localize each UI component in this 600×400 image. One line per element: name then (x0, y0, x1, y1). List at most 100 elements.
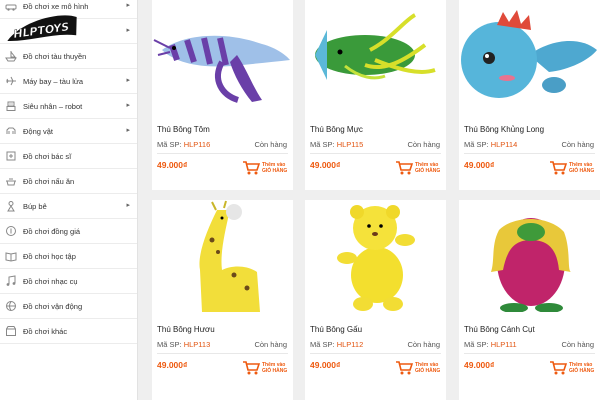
sidebar-item-label: Đồ chơi bác sĩ (23, 151, 72, 161)
sidebar-item-label: Đồ chơi vận động (23, 301, 83, 311)
product-card[interactable]: Thú Bông Khủng Long Mã SP: HLP114 Còn hà… (459, 0, 600, 190)
divider (310, 153, 441, 154)
sidebar-item-same-price[interactable]: Đồ chơi đồng giá (0, 219, 137, 244)
sidebar-item-label: Đồ chơi tàu thuyền (23, 51, 87, 61)
product-sku: Mã SP: HLP116 (157, 140, 210, 149)
sidebar-item-label: Búp bê (23, 201, 47, 211)
sku-code: HLP111 (490, 340, 517, 349)
cart-icon (243, 361, 260, 375)
product-image-penguin-plush[interactable] (459, 200, 600, 313)
sidebar-item-music[interactable]: Đồ chơi nhạc cụ (0, 269, 137, 294)
product-image-shrimp-plush[interactable] (152, 0, 293, 112)
sidebar-item-sports[interactable]: Đồ chơi vận động (0, 294, 137, 319)
product-card[interactable]: Thú Bông Cánh Cụt Mã SP: HLP111 Còn hàng… (459, 200, 600, 400)
sidebar-item-label: Đồ chơi học tập (23, 251, 76, 261)
product-image-squid-plush[interactable] (305, 0, 446, 112)
stock-status: Còn hàng (407, 140, 440, 149)
brand-logo[interactable]: HLPTOYS (3, 12, 81, 46)
sidebar-item-label: Đồ chơi xe mô hình (23, 1, 89, 11)
product-name[interactable]: Thú Bông Cánh Cụt (464, 325, 535, 334)
product-image-dinosaur-plush[interactable] (459, 0, 600, 112)
product-name[interactable]: Thú Bông Gấu (310, 325, 362, 334)
add-to-cart-line2: GIỎ HÀNG (569, 168, 595, 174)
product-price: 49.000₫ (310, 360, 341, 370)
doctor-icon (5, 150, 17, 162)
sidebar-item-dolls[interactable]: Búp bê ▸ (0, 194, 137, 219)
sidebar-item-planes-trains[interactable]: Máy bay – tàu lửa ▸ (0, 69, 137, 94)
music-icon (5, 275, 17, 287)
sku-label: Mã SP: (310, 140, 335, 149)
sidebar-item-boats[interactable]: Đồ chơi tàu thuyền (0, 44, 137, 69)
product-sku: Mã SP: HLP113 (157, 340, 210, 349)
product-sku: Mã SP: HLP111 (464, 340, 517, 349)
chevron-right-icon: ▸ (126, 102, 130, 109)
car-icon (5, 0, 17, 12)
add-to-cart-line2: GIỎ HÀNG (415, 168, 441, 174)
product-name[interactable]: Thú Bông Tôm (157, 125, 210, 134)
sidebar-item-animals[interactable]: Động vật ▸ (0, 119, 137, 144)
sku-code: HLP112 (336, 340, 364, 349)
sku-code: HLP113 (183, 340, 211, 349)
add-to-cart-line2: GIỎ HÀNG (415, 368, 441, 374)
sku-label: Mã SP: (157, 140, 182, 149)
add-to-cart-line2: GIỎ HÀNG (262, 368, 288, 374)
product-card[interactable]: Thú Bông Hươu Mã SP: HLP113 Còn hàng 49.… (152, 200, 293, 400)
add-to-cart-button[interactable]: Thêm vào GIỎ HÀNG (242, 159, 288, 177)
add-to-cart-button[interactable]: Thêm vào GIỎ HÀNG (395, 159, 441, 177)
sidebar-item-label: Động vật (23, 126, 54, 136)
plane-icon (5, 75, 17, 87)
sidebar-item-robots[interactable]: Siêu nhân – robot ▸ (0, 94, 137, 119)
product-card[interactable]: Thú Bông Tôm Mã SP: HLP116 Còn hàng 49.0… (152, 0, 293, 190)
add-to-cart-line2: GIỎ HÀNG (569, 368, 595, 374)
product-sku: Mã SP: HLP114 (464, 140, 517, 149)
price-tag-icon (5, 225, 17, 237)
add-to-cart-button[interactable]: Thêm vào GIỎ HÀNG (242, 359, 288, 377)
doll-icon (5, 200, 17, 212)
ball-icon (5, 300, 17, 312)
chevron-right-icon: ▸ (126, 77, 130, 84)
category-sidebar: Đồ chơi xe mô hình ▸ ▸ Đồ chơi tàu thuyề… (0, 0, 138, 400)
product-name[interactable]: Thú Bông Hươu (157, 325, 215, 334)
toy-box-icon (5, 325, 17, 337)
divider (464, 353, 595, 354)
sku-code: HLP115 (336, 140, 364, 149)
divider (157, 353, 288, 354)
cooking-icon (5, 175, 17, 187)
sidebar-item-label: Máy bay – tàu lửa (23, 76, 84, 86)
boat-icon (5, 50, 17, 62)
product-name[interactable]: Thú Bông Mực (310, 125, 363, 134)
product-name[interactable]: Thú Bông Khủng Long (464, 125, 544, 134)
product-image-bear-plush[interactable] (305, 200, 446, 312)
product-price: 49.000₫ (157, 360, 188, 370)
sidebar-item-label: Đồ chơi nhạc cụ (23, 276, 78, 286)
logo-text: HLPTOYS (13, 20, 71, 41)
sku-code: HLP116 (183, 140, 211, 149)
sku-label: Mã SP: (310, 340, 335, 349)
product-image-giraffe-plush[interactable] (152, 200, 293, 312)
sidebar-item-label: Đồ chơi khác (23, 326, 68, 336)
sidebar-item-cooking[interactable]: Đồ chơi nấu ăn (0, 169, 137, 194)
add-to-cart-button[interactable]: Thêm vào GIỎ HÀNG (549, 359, 595, 377)
add-to-cart-button[interactable]: Thêm vào GIỎ HÀNG (549, 159, 595, 177)
sidebar-item-label: Đồ chơi nấu ăn (23, 176, 75, 186)
product-price: 49.000₫ (464, 160, 495, 170)
sidebar-item-education[interactable]: Đồ chơi học tập (0, 244, 137, 269)
robot-icon (5, 100, 17, 112)
stock-status: Còn hàng (561, 140, 594, 149)
chevron-right-icon: ▸ (126, 2, 130, 9)
sku-label: Mã SP: (464, 340, 489, 349)
sku-code: HLP114 (490, 140, 518, 149)
sidebar-item-doctor[interactable]: Đồ chơi bác sĩ (0, 144, 137, 169)
book-icon (5, 250, 17, 262)
cart-icon (396, 361, 413, 375)
sidebar-item-others[interactable]: Đồ chơi khác (0, 319, 137, 344)
sidebar-item-label: Đồ chơi đồng giá (23, 226, 81, 236)
add-to-cart-button[interactable]: Thêm vào GIỎ HÀNG (395, 359, 441, 377)
product-card[interactable]: Thú Bông Gấu Mã SP: HLP112 Còn hàng 49.0… (305, 200, 446, 400)
sidebar-item-label: Siêu nhân – robot (23, 101, 83, 111)
sku-label: Mã SP: (157, 340, 182, 349)
product-card[interactable]: Thú Bông Mực Mã SP: HLP115 Còn hàng 49.0… (305, 0, 446, 190)
product-price: 49.000₫ (464, 360, 495, 370)
add-to-cart-line2: GIỎ HÀNG (262, 168, 288, 174)
product-price: 49.000₫ (310, 160, 341, 170)
